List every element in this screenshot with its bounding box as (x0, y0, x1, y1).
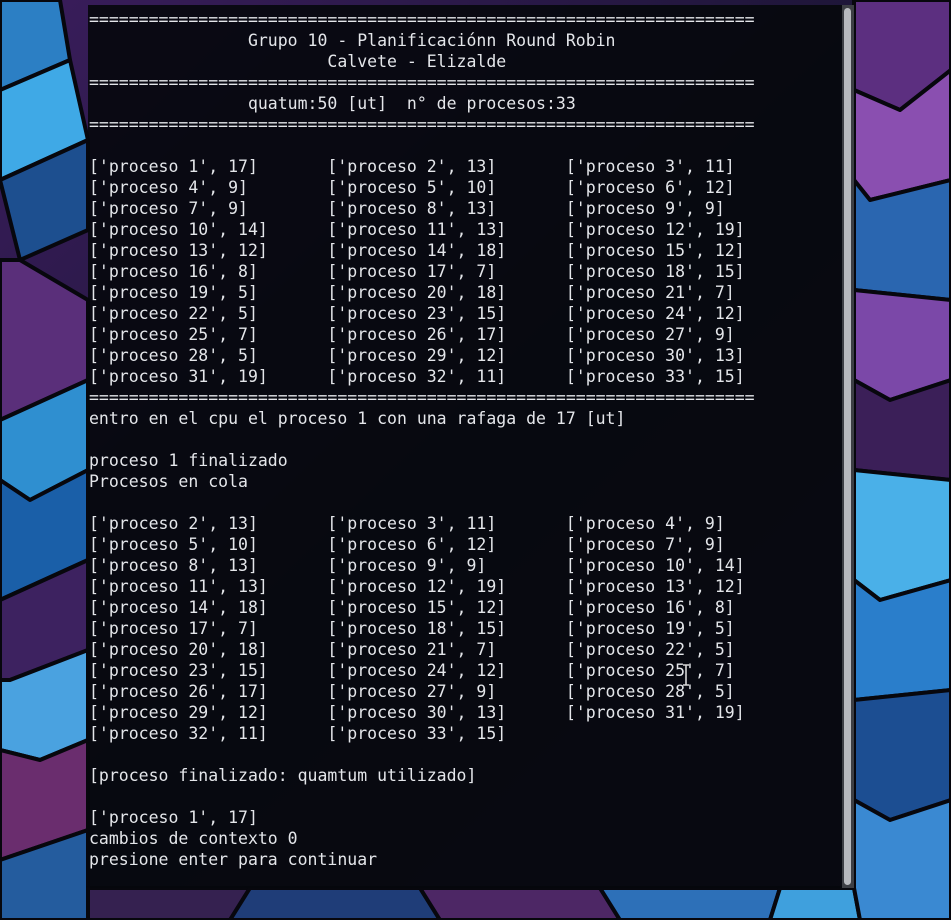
terminal-line: ['proceso 29', 12] ['proceso 30', 13] ['… (89, 703, 745, 722)
terminal-output: ========================================… (89, 9, 755, 870)
terminal-line: ['proceso 16', 8] ['proceso 17', 7] ['pr… (89, 262, 745, 281)
terminal-line: ['proceso 1', 17] (89, 808, 258, 827)
terminal-line: ['proceso 14', 18] ['proceso 15', 12] ['… (89, 598, 735, 617)
terminal-line: ['proceso 10', 14] ['proceso 11', 13] ['… (89, 220, 745, 239)
terminal-line: ['proceso 13', 12] ['proceso 14', 18] ['… (89, 241, 745, 260)
terminal-line: ========================================… (89, 73, 755, 92)
i-beam-cursor-icon (683, 664, 689, 686)
terminal-line: ['proceso 5', 10] ['proceso 6', 12] ['pr… (89, 535, 725, 554)
terminal-line: ========================================… (89, 115, 755, 134)
terminal-line: presione enter para continuar (89, 850, 378, 869)
terminal-window[interactable]: ========================================… (88, 5, 854, 888)
terminal-line: cambios de contexto 0 (89, 829, 298, 848)
terminal-line: ['proceso 26', 17] ['proceso 27', 9] ['p… (89, 682, 735, 701)
terminal-line: ['proceso 25', 7] ['proceso 26', 17] ['p… (89, 325, 735, 344)
terminal-line: ['proceso 20', 18] ['proceso 21', 7] ['p… (89, 640, 735, 659)
scrollbar-thumb[interactable] (844, 8, 851, 885)
terminal-line: Procesos en cola (89, 472, 248, 491)
terminal-line: ['proceso 8', 13] ['proceso 9', 9] ['pro… (89, 556, 745, 575)
terminal-line: ['proceso 4', 9] ['proceso 5', 10] ['pro… (89, 178, 735, 197)
terminal-line: ========================================… (89, 10, 755, 29)
terminal-line: ['proceso 19', 5] ['proceso 20', 18] ['p… (89, 283, 735, 302)
terminal-line: ['proceso 1', 17] ['proceso 2', 13] ['pr… (89, 157, 735, 176)
terminal-line: Grupo 10 - Planificaciónn Round Robin (89, 31, 616, 50)
terminal-line: proceso 1 finalizado (89, 451, 288, 470)
terminal-line: ['proceso 31', 19] ['proceso 32', 11] ['… (89, 367, 745, 386)
terminal-line: ['proceso 17', 7] ['proceso 18', 15] ['p… (89, 619, 735, 638)
terminal-line: entro en el cpu el proceso 1 con una raf… (89, 409, 626, 428)
terminal-line: [proceso finalizado: quamtum utilizado] (89, 766, 477, 785)
terminal-line: ['proceso 32', 11] ['proceso 33', 15] (89, 724, 507, 743)
terminal-line: quatum:50 [ut] n° de procesos:33 (89, 94, 576, 113)
terminal-line: ['proceso 23', 15] ['proceso 24', 12] ['… (89, 661, 735, 680)
terminal-line: ['proceso 7', 9] ['proceso 8', 13] ['pro… (89, 199, 725, 218)
terminal-line: ['proceso 28', 5] ['proceso 29', 12] ['p… (89, 346, 745, 365)
terminal-line: ========================================… (89, 388, 755, 407)
terminal-line: ['proceso 2', 13] ['proceso 3', 11] ['pr… (89, 514, 725, 533)
terminal-line: ['proceso 11', 13] ['proceso 12', 19] ['… (89, 577, 745, 596)
terminal-scrollbar[interactable] (842, 5, 854, 888)
terminal-line: ['proceso 22', 5] ['proceso 23', 15] ['p… (89, 304, 745, 323)
terminal-line: Calvete - Elizalde (89, 52, 507, 71)
